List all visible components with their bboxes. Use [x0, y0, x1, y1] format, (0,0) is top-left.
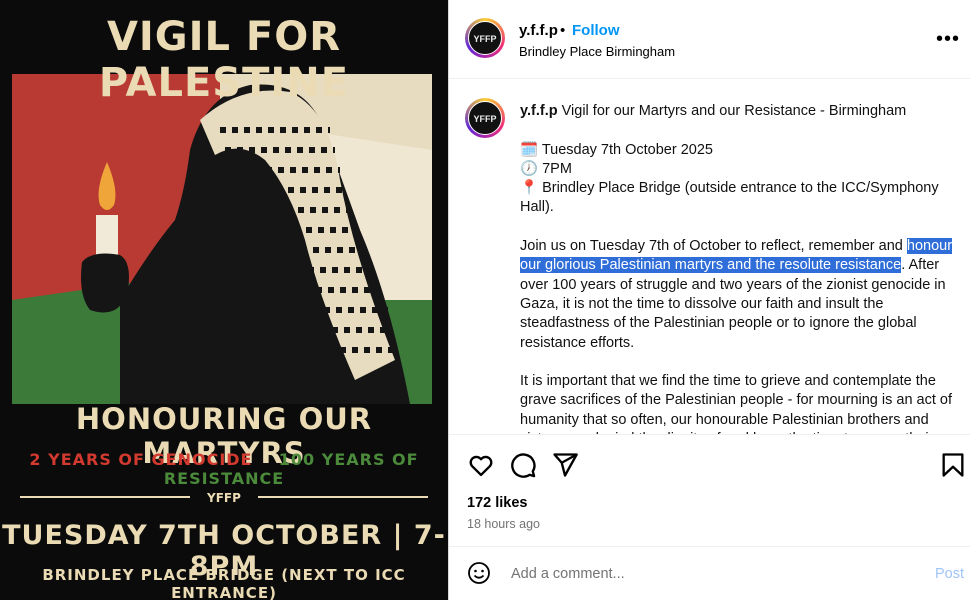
avatar[interactable]: YFFP: [465, 18, 505, 58]
poster-location: BRINDLEY PLACE BRIDGE (NEXT TO ICC ENTRA…: [42, 566, 406, 600]
post-header: YFFP y.f.f.p • Follow Brindley Place Bir…: [449, 0, 970, 79]
bookmark-icon[interactable]: [939, 451, 967, 479]
send-icon[interactable]: [551, 451, 579, 479]
more-horizontal-icon[interactable]: •••: [936, 28, 960, 51]
caption-avatar[interactable]: YFFP: [465, 98, 505, 138]
header-username[interactable]: y.f.f.p: [519, 22, 558, 39]
caption-date: 🗓️ Tuesday 7th October 2025: [520, 141, 713, 158]
caption-title: Vigil for our Martyrs and our Resistance…: [561, 103, 907, 119]
post-comment-button[interactable]: Post: [935, 566, 964, 582]
caption-area[interactable]: YFFP y.f.f.p Vigil for our Martyrs and o…: [449, 78, 970, 434]
poster-divider-left: [20, 496, 190, 498]
avatar-logo: YFFP: [468, 21, 502, 55]
caption-para2: It is important that we find the time to…: [520, 373, 953, 434]
tagline-genocide: 2 YEARS OF GENOCIDE: [29, 450, 253, 469]
post-panel: YFFP y.f.f.p • Follow Brindley Place Bir…: [448, 0, 970, 600]
caption-time: 🕖 7PM: [520, 160, 572, 177]
smiley-icon[interactable]: [467, 561, 491, 585]
poster-divider-right: [258, 496, 428, 498]
follow-button[interactable]: Follow: [572, 22, 620, 39]
header-location[interactable]: Brindley Place Birmingham: [519, 44, 675, 59]
caption-text: y.f.f.p Vigil for our Martyrs and our Re…: [520, 102, 968, 434]
header-separator: •: [560, 22, 566, 39]
comment-icon[interactable]: [509, 451, 537, 479]
likes-count[interactable]: 172 likes: [467, 495, 527, 511]
poster-title: VIGIL FOR PALESTINE: [98, 14, 350, 106]
heart-icon[interactable]: [467, 451, 495, 479]
caption-location: 📍 Brindley Place Bridge (outside entranc…: [520, 180, 939, 216]
post-image[interactable]: VIGIL FOR PALESTINE HONOURING OUR MARTYR…: [0, 0, 448, 600]
comment-bar: Post: [449, 546, 970, 601]
poster-logo: YFFP: [207, 491, 241, 505]
caption-username[interactable]: y.f.f.p: [520, 103, 558, 119]
caption-avatar-logo: YFFP: [468, 101, 502, 135]
comment-input[interactable]: [509, 559, 913, 589]
caption-para1-start: Join us on Tuesday 7th of October to ref…: [520, 238, 907, 255]
post-timestamp[interactable]: 18 hours ago: [467, 517, 540, 531]
